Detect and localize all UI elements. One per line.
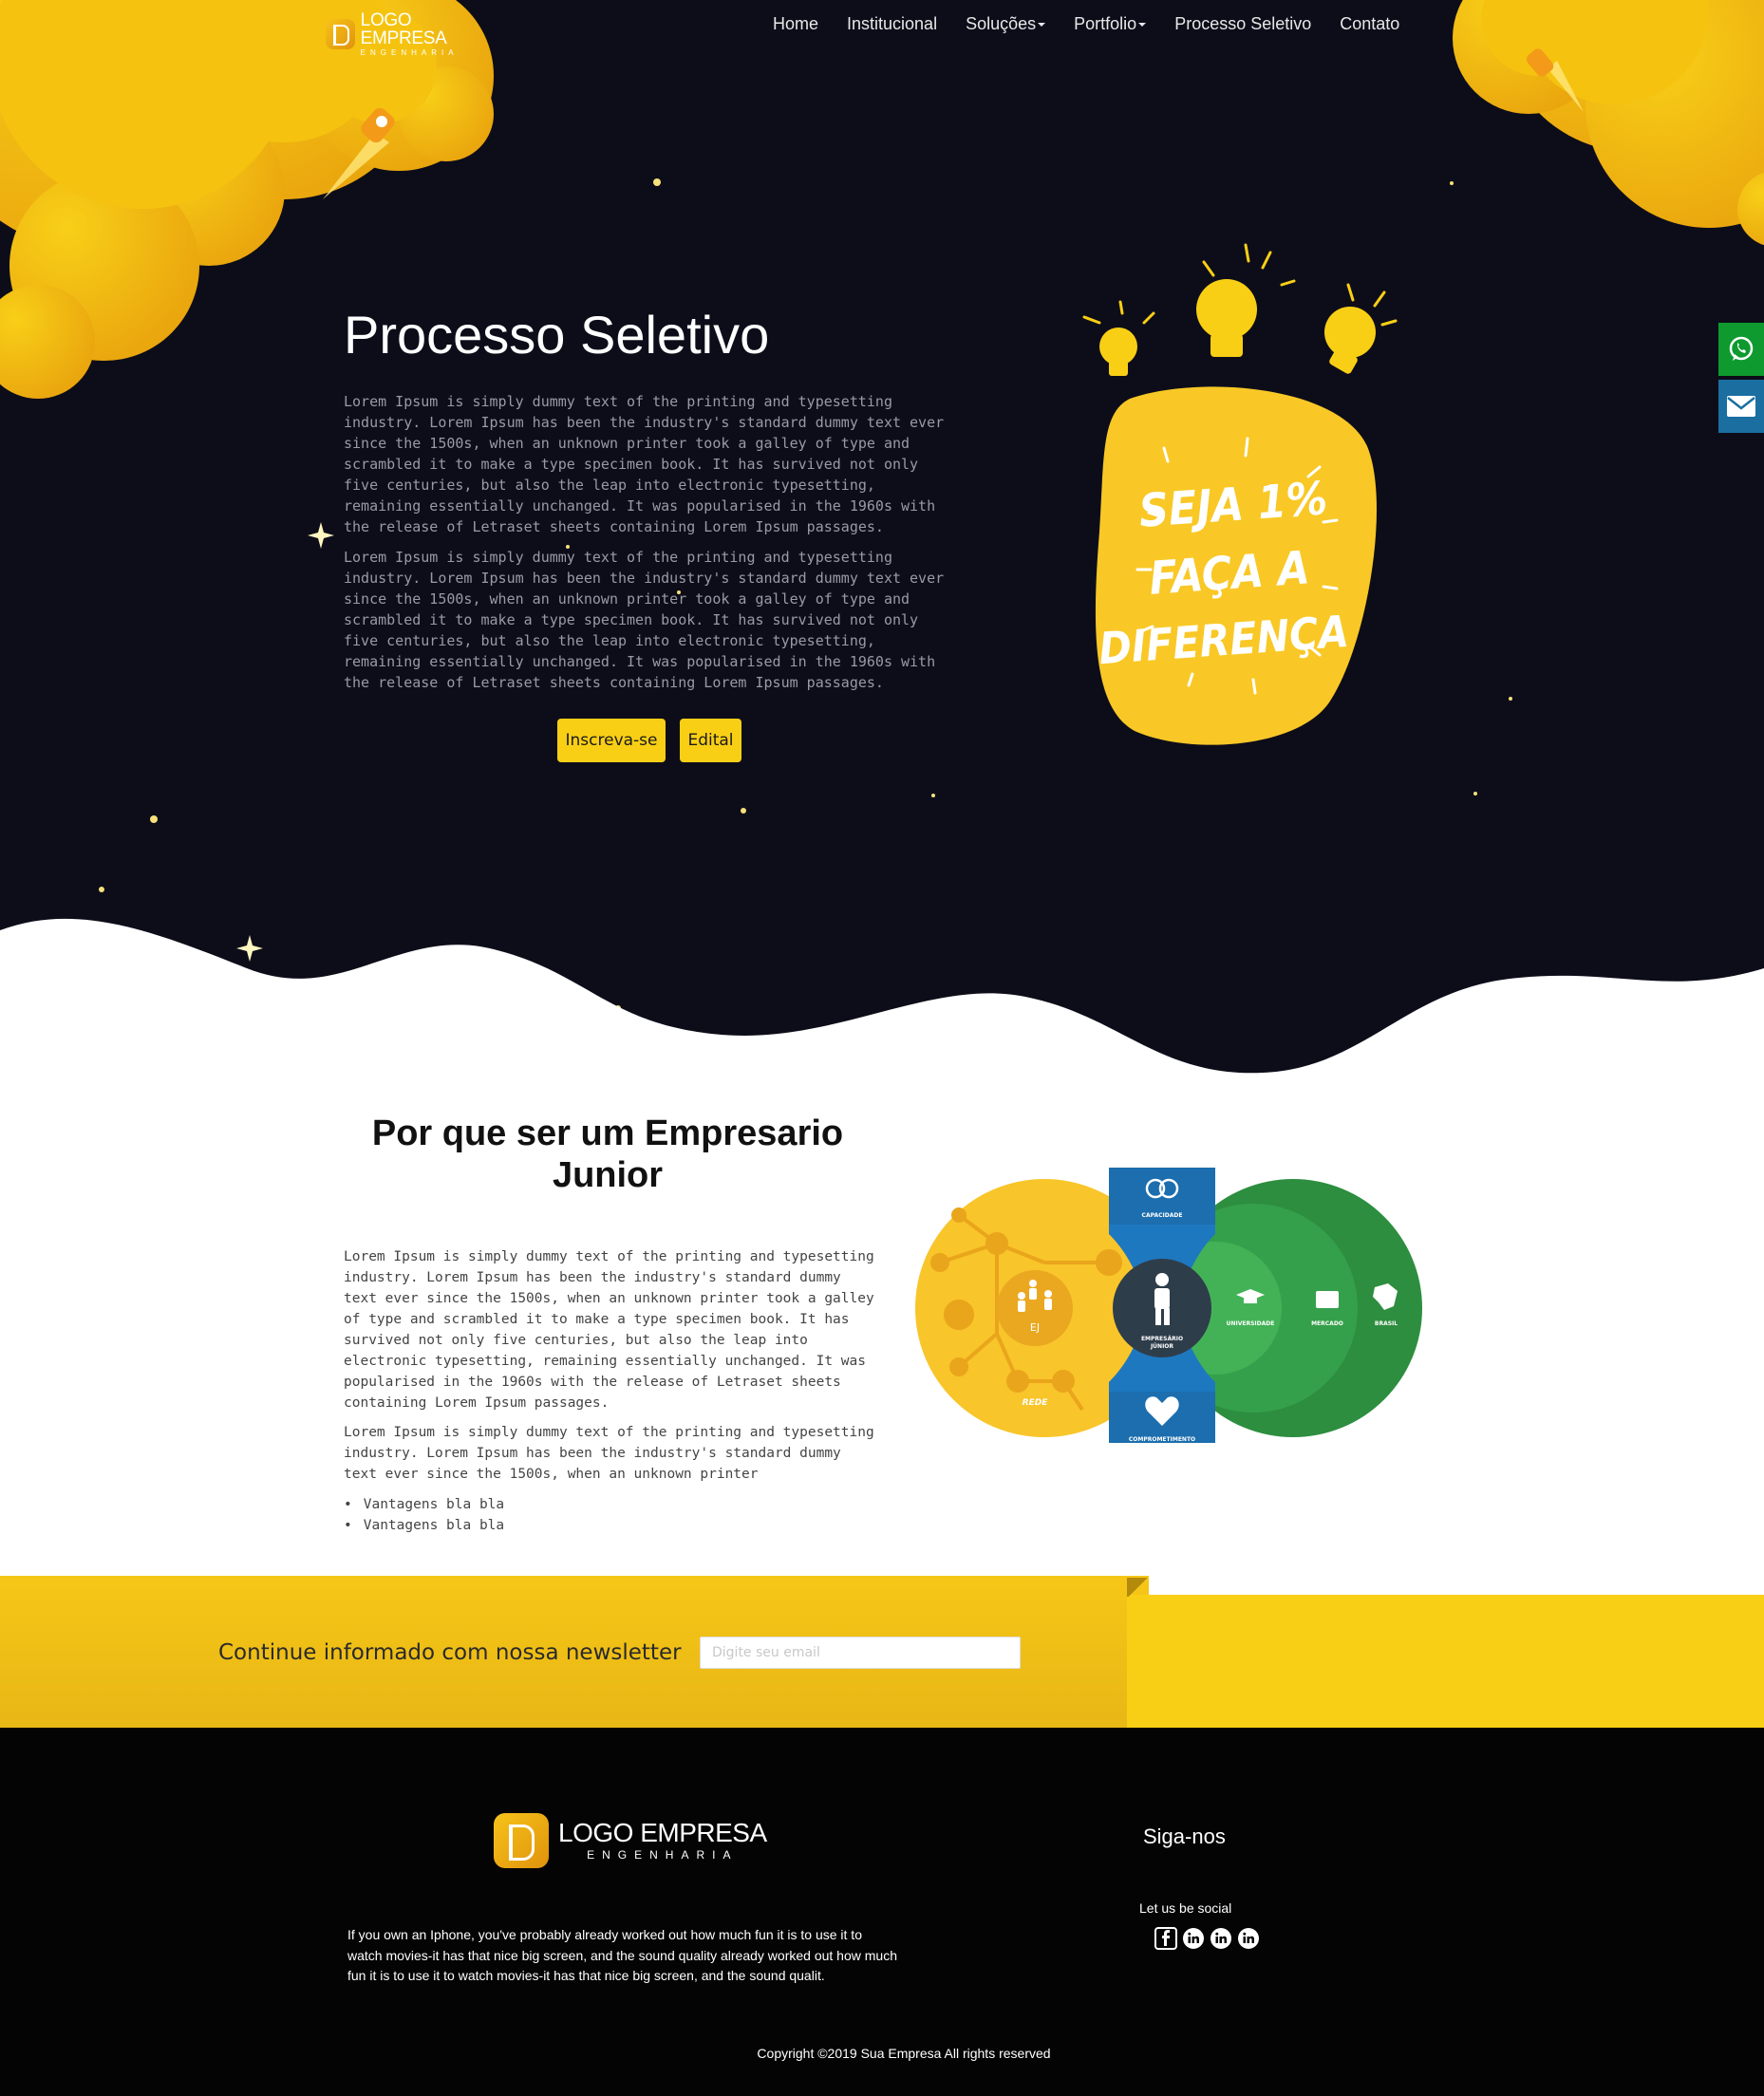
briefcase-icon [1316, 1291, 1339, 1308]
logo-tagline: ENGENHARIA [360, 48, 459, 57]
diagram-mercado: MERCADO [1311, 1320, 1343, 1327]
diagram-capacidade: CAPACIDADE [1142, 1212, 1183, 1219]
edital-button[interactable]: Edital [680, 719, 741, 762]
advantages-list: Vantagens bla bla Vantagens bla bla [344, 1494, 504, 1536]
hero-section: LOGO EMPRESA ENGENHARIA Home Institucion… [0, 0, 1764, 1082]
linkedin-icon[interactable] [1210, 1927, 1232, 1950]
footer [0, 1728, 1764, 2096]
diagram-brasil: BRASIL [1375, 1320, 1398, 1327]
nav-contato[interactable]: Contato [1340, 14, 1399, 41]
diagram-rede: REDE [1023, 1398, 1049, 1408]
main-nav: Home Institucional Soluções Portfolio Pr… [773, 14, 1428, 41]
facebook-icon[interactable] [1154, 1927, 1177, 1950]
social-tagline: Let us be social [1139, 1900, 1232, 1916]
mail-icon [1727, 396, 1755, 417]
list-item: Vantagens bla bla [344, 1515, 504, 1536]
bubble-line-1: SEJA 1% [1137, 472, 1329, 538]
diagram-center-line-2: JÚNIOR [1150, 1343, 1173, 1350]
logo-name: LOGO EMPRESA [360, 10, 447, 48]
footer-logo[interactable]: LOGO EMPRESA ENGENHARIA [494, 1813, 767, 1868]
diagram-center-line-1: EMPRESÁRIO [1141, 1336, 1183, 1342]
footer-logo-tagline: ENGENHARIA [587, 1848, 739, 1862]
hero-paragraph: Lorem Ipsum is simply dummy text of the … [344, 549, 945, 691]
bubble-line-3: DIFERENÇA [1098, 606, 1351, 674]
copyright: Copyright ©2019 Sua Empresa All rights r… [757, 2046, 1051, 2061]
whatsapp-button[interactable] [1718, 323, 1764, 376]
footer-text: If you own an Iphone, you've probably al… [347, 1927, 897, 1983]
newsletter-email-input[interactable] [700, 1637, 1021, 1669]
inscreva-se-button[interactable]: Inscreva-se [557, 719, 666, 762]
hero-paragraph: Lorem Ipsum is simply dummy text of the … [344, 393, 945, 535]
nav-processo-seletivo[interactable]: Processo Seletivo [1174, 14, 1311, 41]
newsletter-label: Continue informado com nossa newsletter [218, 1640, 682, 1665]
section-title: Por que ser um Empresario Junior [371, 1114, 844, 1195]
section-paragraph: Lorem Ipsum is simply dummy text of the … [344, 1249, 874, 1411]
hero-title: Processo Seletivo [344, 305, 770, 365]
nav-home[interactable]: Home [773, 14, 818, 41]
newsletter-fold [1127, 1578, 1150, 1597]
logo-mark-icon [494, 1813, 549, 1868]
hero-wave [0, 918, 1764, 1082]
header-logo[interactable]: LOGO EMPRESA ENGENHARIA [326, 11, 497, 57]
diagram-ej: EJ [1030, 1321, 1040, 1334]
logo-mark-icon [326, 19, 355, 49]
follow-title: Siga-nos [1143, 1825, 1226, 1848]
social-icons [1154, 1927, 1260, 1950]
nav-portfolio[interactable]: Portfolio [1074, 14, 1147, 41]
caret-down-icon [1138, 23, 1147, 28]
ej-diagram: EJ REDE UNIVERSIDADE MERCADO BRASIL CAPA… [915, 1168, 1422, 1443]
whatsapp-icon [1729, 336, 1754, 361]
linkedin-icon[interactable] [1182, 1927, 1205, 1950]
linkedin-icon[interactable] [1237, 1927, 1260, 1950]
diagram-universidade: UNIVERSIDADE [1227, 1320, 1275, 1327]
newsletter-side-panel [1127, 1595, 1764, 1744]
diagram-comprometimento: COMPROMETIMENTO [1129, 1436, 1195, 1443]
footer-logo-name: LOGO EMPRESA [558, 1818, 767, 1847]
nav-institucional[interactable]: Institucional [847, 14, 937, 41]
bubble-line-2: FAÇA A [1148, 541, 1311, 606]
list-item: Vantagens bla bla [344, 1494, 504, 1515]
bubble-text: SEJA 1% FAÇA A DIFERENÇA [1098, 472, 1351, 674]
caret-down-icon [1038, 23, 1046, 28]
nav-solucoes[interactable]: Soluções [966, 14, 1046, 41]
section-paragraph: Lorem Ipsum is simply dummy text of the … [344, 1425, 874, 1482]
mail-button[interactable] [1718, 380, 1764, 433]
